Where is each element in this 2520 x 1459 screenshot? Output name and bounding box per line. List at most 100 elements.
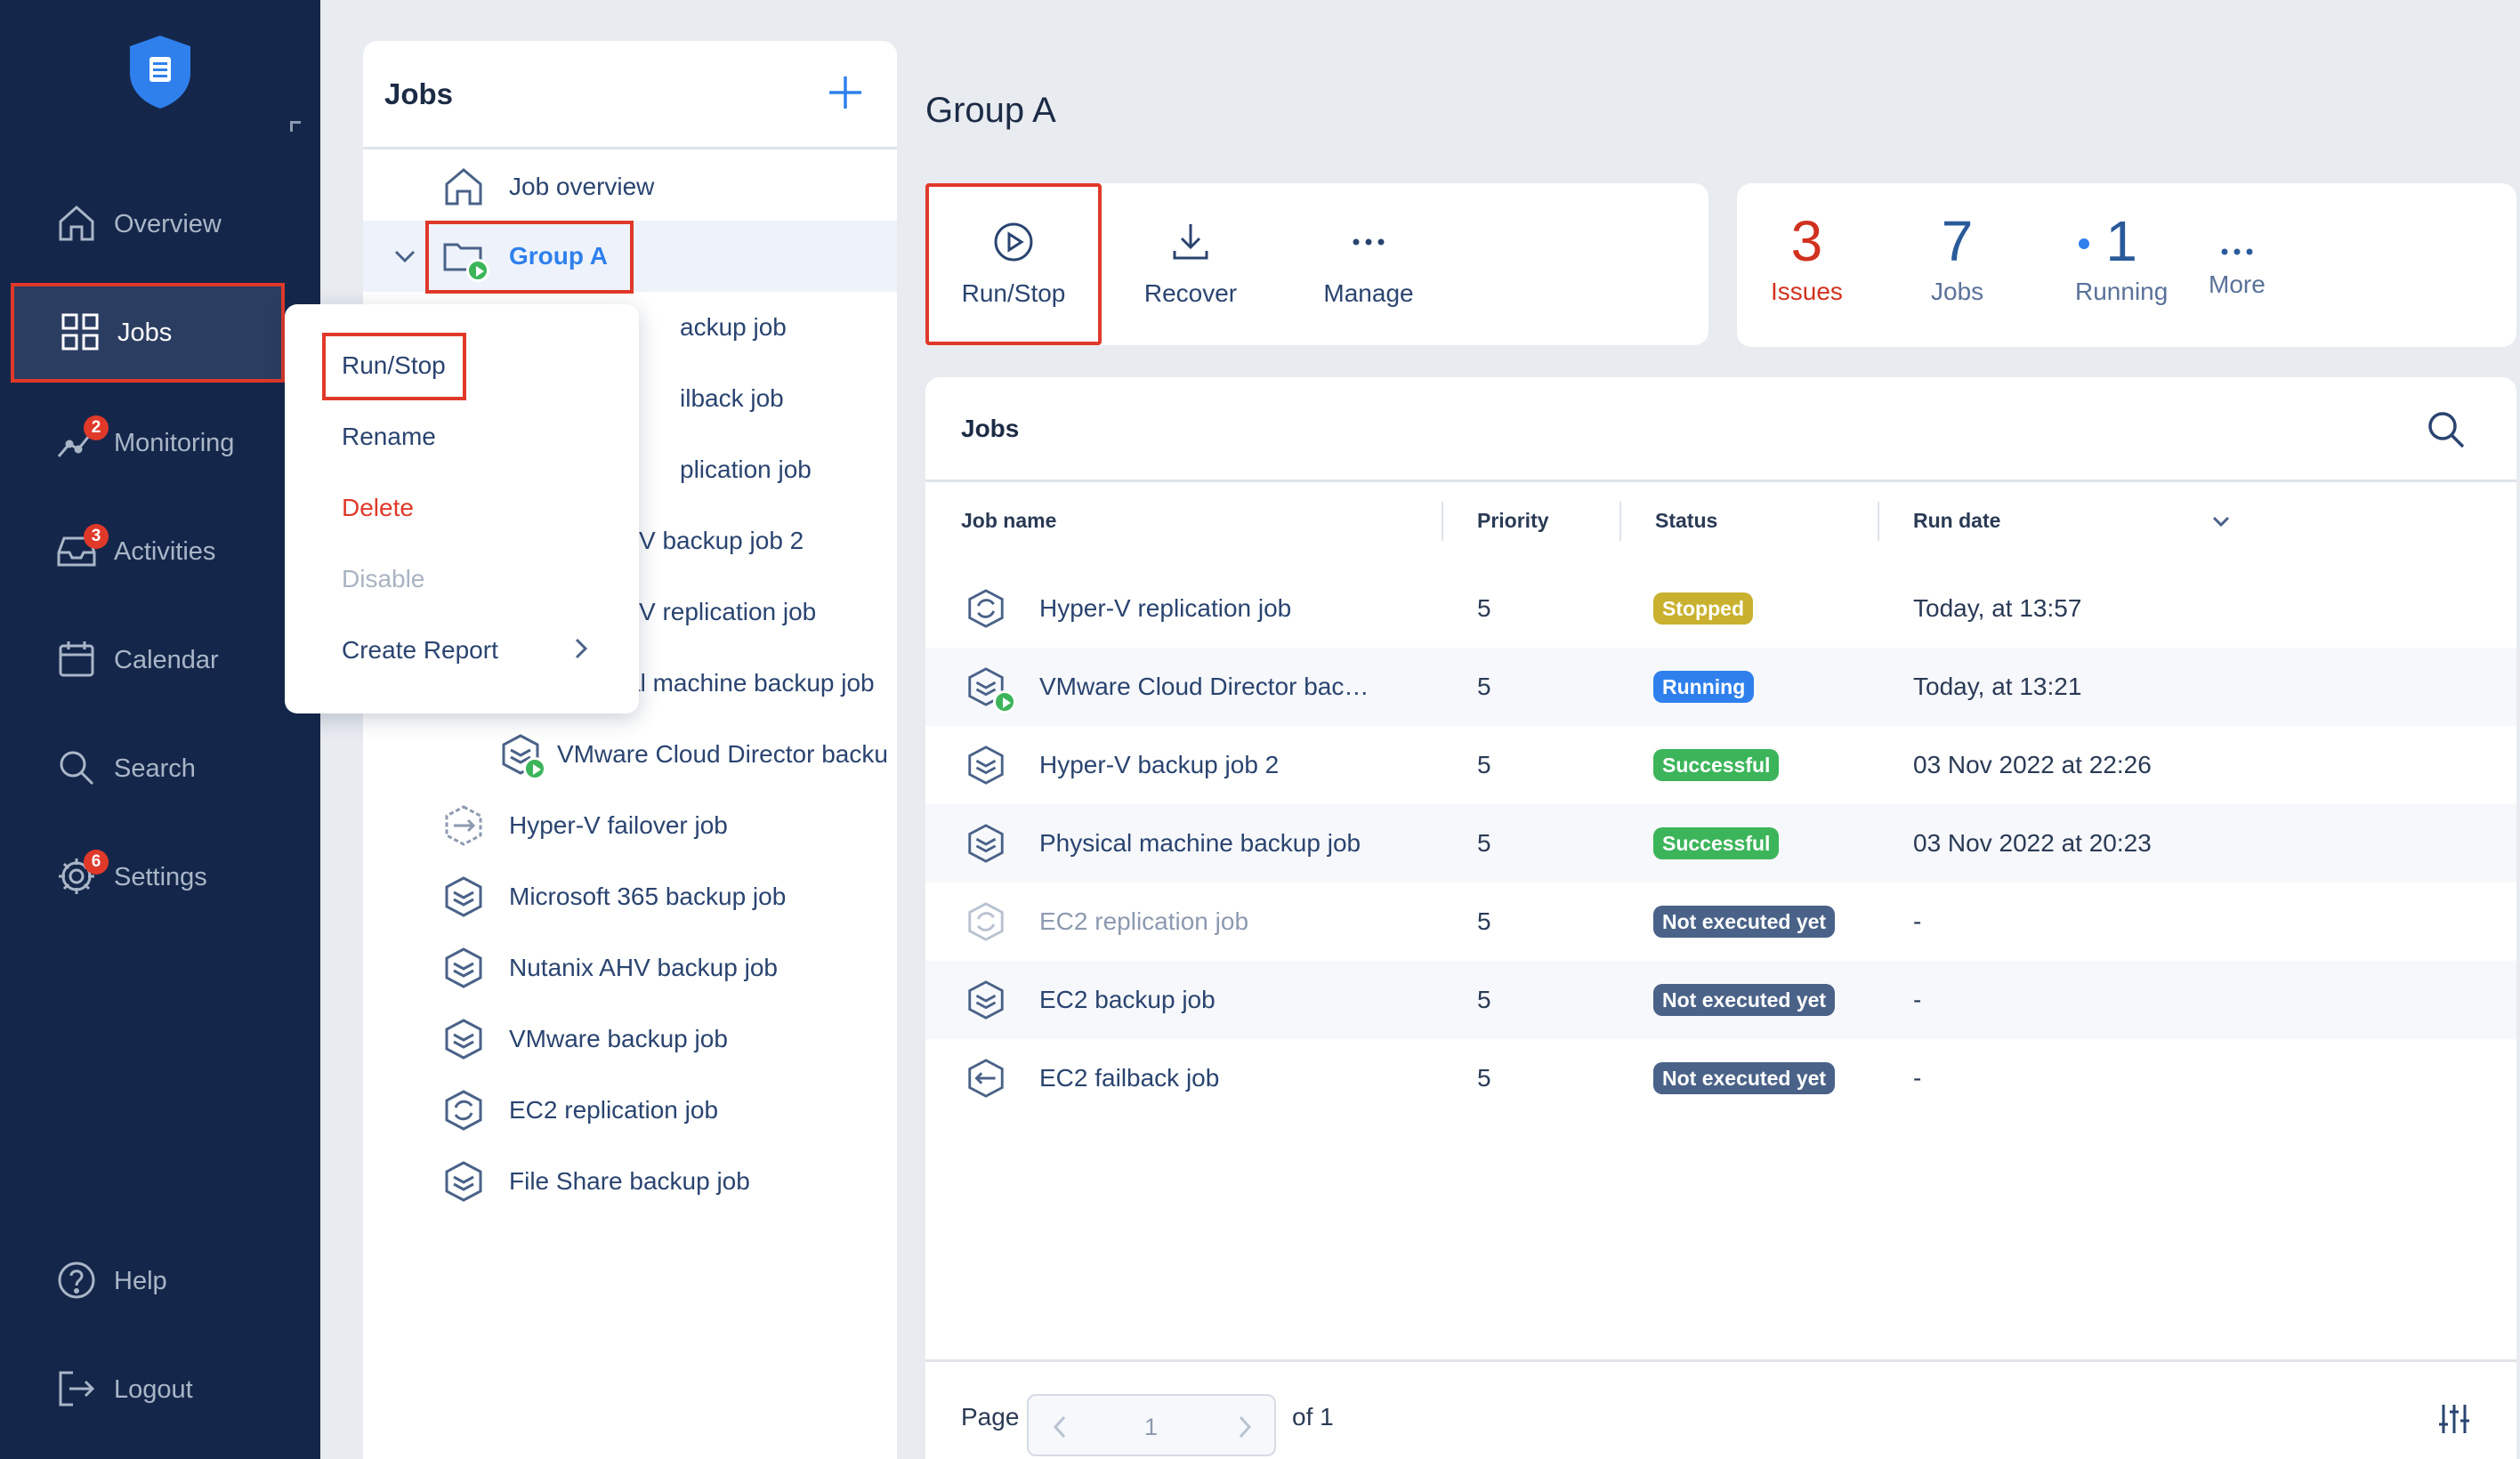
tree-item-label: V backup job 2: [639, 527, 804, 554]
tree-item-nutanix-backup[interactable]: Nutanix AHV backup job: [363, 932, 897, 1004]
column-settings-icon[interactable]: [2436, 1401, 2472, 1437]
tree-item-label: plication job: [680, 455, 812, 483]
page-title: Group A: [925, 91, 1056, 130]
collapse-sidebar-icon[interactable]: [290, 121, 301, 132]
sidebar-item-settings[interactable]: 6 Settings: [0, 827, 320, 927]
recover-button[interactable]: Recover: [1103, 183, 1278, 345]
job-run-date: Today, at 13:21: [1913, 673, 2082, 700]
column-separator[interactable]: [1619, 502, 1621, 541]
tree-item-m365-backup[interactable]: Microsoft 365 backup job: [363, 861, 897, 932]
more-horizontal-icon: [2221, 248, 2253, 255]
next-page-icon[interactable]: [1230, 1412, 1260, 1442]
tree-item-vmware-cloud-director[interactable]: VMware Cloud Director backu: [363, 719, 897, 790]
table-row[interactable]: EC2 failback job 5 Not executed yet -: [925, 1039, 2516, 1117]
page-selector[interactable]: 1: [1027, 1394, 1276, 1456]
table-row[interactable]: VMware Cloud Director bac… 5 Running Tod…: [925, 648, 2516, 726]
tree-item-label: VMware backup job: [509, 1025, 728, 1052]
job-priority: 5: [1477, 751, 1491, 778]
status-badge: Stopped: [1653, 592, 1753, 625]
jobs-card-title: Jobs: [961, 414, 1020, 442]
column-header-run-date[interactable]: Run date: [1913, 509, 2000, 533]
tree-item-vmware-backup[interactable]: VMware backup job: [363, 1004, 897, 1075]
job-run-date: -: [1913, 907, 1922, 935]
tree-item-hyperv-failover[interactable]: Hyper-V failover job: [363, 790, 897, 861]
running-count: 1: [2105, 209, 2137, 273]
status-badge: Not executed yet: [1653, 1062, 1836, 1094]
jobs-count: 7: [1941, 209, 1974, 273]
sidebar-item-calendar[interactable]: Calendar: [0, 610, 320, 710]
chevron-right-icon: [575, 638, 588, 659]
backup-job-icon: [498, 732, 546, 780]
search-icon[interactable]: [2426, 409, 2467, 450]
column-header-status[interactable]: Status: [1655, 509, 1717, 533]
run-stop-label: Run/Stop: [961, 279, 1066, 307]
status-badge: Running: [1653, 671, 1755, 703]
menu-item-delete[interactable]: Delete: [342, 486, 414, 530]
issues-stat[interactable]: 3 Issues: [1771, 210, 1843, 306]
issues-label: Issues: [1771, 278, 1843, 305]
more-stat-button[interactable]: More: [2209, 238, 2266, 299]
help-icon: [55, 1259, 100, 1303]
manage-button[interactable]: Manage: [1281, 183, 1456, 345]
column-header-priority[interactable]: Priority: [1477, 509, 1549, 533]
column-header-job-name[interactable]: Job name: [961, 509, 1056, 533]
sidebar-item-label: Settings: [114, 862, 207, 891]
sidebar-item-overview[interactable]: Overview: [0, 174, 320, 274]
job-name[interactable]: EC2 backup job: [1039, 961, 1216, 1039]
sidebar-item-help[interactable]: Help: [0, 1231, 320, 1331]
calendar-icon: [55, 638, 100, 682]
current-page[interactable]: 1: [1144, 1414, 1158, 1441]
running-indicator-icon: [523, 757, 546, 780]
replication-job-icon: [965, 569, 1009, 648]
grid-icon: [59, 310, 103, 355]
table-row[interactable]: Physical machine backup job 5 Successful…: [925, 804, 2516, 883]
tree-title: Jobs: [384, 77, 454, 110]
chevron-down-icon[interactable]: [392, 243, 418, 270]
inbox-icon: 3: [55, 524, 109, 574]
table-row[interactable]: Hyper-V replication job 5 Stopped Today,…: [925, 569, 2516, 648]
sidebar-item-monitoring[interactable]: 2 Monitoring: [0, 393, 320, 493]
job-name[interactable]: VMware Cloud Director bac…: [1039, 648, 1369, 726]
jobs-stat[interactable]: 7 Jobs: [1931, 210, 1983, 306]
job-name[interactable]: EC2 failback job: [1039, 1039, 1219, 1117]
tree-item-label: File Share backup job: [509, 1167, 750, 1195]
menu-item-create-report[interactable]: Create Report: [342, 628, 498, 673]
column-separator[interactable]: [1878, 502, 1879, 541]
prev-page-icon[interactable]: [1045, 1412, 1075, 1442]
tree-item-job-overview[interactable]: Job overview: [363, 151, 897, 222]
job-name[interactable]: Hyper-V replication job: [1039, 569, 1291, 648]
menu-item-disable: Disable: [342, 565, 425, 592]
table-row[interactable]: Hyper-V backup job 2 5 Successful 03 Nov…: [925, 726, 2516, 804]
status-badge: Not executed yet: [1653, 984, 1836, 1016]
failover-job-icon: [441, 803, 486, 848]
job-run-date: 03 Nov 2022 at 20:23: [1913, 829, 2152, 857]
sidebar-item-search[interactable]: Search: [0, 719, 320, 818]
tree-item-ec2-replication[interactable]: EC2 replication job: [363, 1075, 897, 1146]
tree-item-label: Microsoft 365 backup job: [509, 883, 787, 910]
table-row[interactable]: EC2 backup job 5 Not executed yet -: [925, 961, 2516, 1039]
replication-job-icon: [965, 883, 1009, 961]
tree-item-label: VMware Cloud Director backu: [557, 740, 888, 768]
menu-item-rename[interactable]: Rename: [342, 415, 436, 459]
running-stat[interactable]: 1 Running: [2075, 210, 2168, 306]
column-separator[interactable]: [1442, 502, 1443, 541]
job-priority: 5: [1477, 594, 1491, 622]
home-icon: [441, 165, 486, 209]
job-run-date: -: [1913, 1064, 1922, 1092]
download-icon: [1173, 224, 1208, 260]
table-row[interactable]: EC2 replication job 5 Not executed yet -: [925, 883, 2516, 961]
tree-item-file-share-backup[interactable]: File Share backup job: [363, 1146, 897, 1217]
jobs-tree-panel: Jobs Job overview Group A ackup job ilba…: [363, 41, 897, 1459]
sidebar-item-label: Overview: [114, 209, 222, 238]
sidebar-item-jobs[interactable]: Jobs: [11, 283, 285, 383]
job-priority: 5: [1477, 907, 1491, 935]
sidebar-item-activities[interactable]: 3 Activities: [0, 502, 320, 601]
sort-chevron-down-icon[interactable]: [2210, 511, 2232, 532]
issues-count: 3: [1790, 209, 1823, 273]
sidebar-item-logout[interactable]: Logout: [0, 1340, 320, 1439]
job-name[interactable]: Hyper-V backup job 2: [1039, 726, 1279, 804]
job-name[interactable]: Physical machine backup job: [1039, 804, 1361, 883]
run-stop-button[interactable]: Run/Stop: [925, 183, 1102, 345]
add-job-button[interactable]: [826, 73, 865, 112]
job-name[interactable]: EC2 replication job: [1039, 883, 1248, 961]
